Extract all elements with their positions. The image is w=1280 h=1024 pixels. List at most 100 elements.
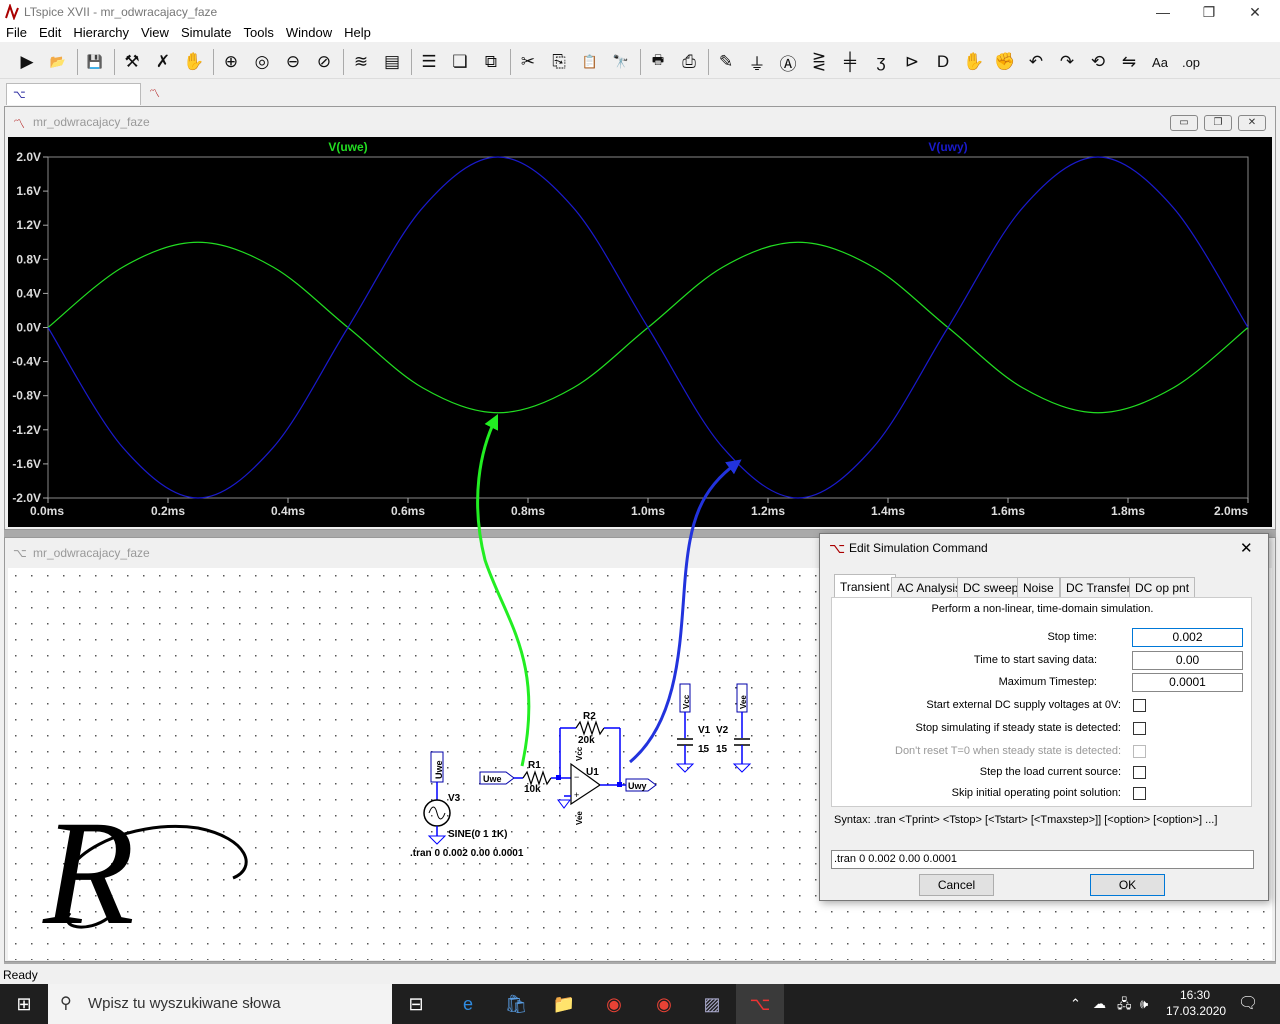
halt-icon[interactable]: ✗: [150, 49, 176, 75]
mirror-icon[interactable]: ⇋: [1116, 49, 1142, 75]
volume-icon[interactable]: 🕪: [1140, 984, 1148, 1024]
onedrive-icon[interactable]: ☁: [1093, 984, 1106, 1024]
menu-simulate[interactable]: Simulate: [175, 24, 238, 42]
restore-button[interactable]: ❐: [1194, 2, 1224, 22]
step-load-checkbox[interactable]: [1133, 766, 1146, 779]
component-icon[interactable]: D: [930, 49, 956, 75]
start-dc-zero-checkbox[interactable]: [1133, 699, 1146, 712]
draw-wire-icon[interactable]: ✎: [713, 49, 739, 75]
tab-dc-sweep[interactable]: DC sweep: [957, 577, 1025, 597]
diode-icon[interactable]: ⊳: [899, 49, 925, 75]
stop-time-field[interactable]: 0.002: [1132, 628, 1243, 647]
copy-icon[interactable]: ⎘: [546, 49, 572, 75]
spice-directive-icon[interactable]: .op: [1178, 49, 1204, 75]
menu-view[interactable]: View: [135, 24, 175, 42]
inductor-icon[interactable]: ʒ: [868, 49, 894, 75]
notifications-icon[interactable]: 🗨: [1238, 984, 1258, 1024]
dialog-close-button[interactable]: ✕: [1240, 539, 1253, 557]
cascade-icon[interactable]: ❏: [447, 49, 473, 75]
x-tick-label: 1.8ms: [1111, 504, 1145, 518]
text-icon[interactable]: Aa: [1147, 49, 1173, 75]
child-maximize-button[interactable]: ❐: [1204, 115, 1232, 131]
spice-directive[interactable]: .tran 0 0.002 0.00 0.0001: [410, 848, 524, 859]
file-explorer-icon[interactable]: 📁: [540, 984, 588, 1024]
menu-file[interactable]: File: [0, 24, 33, 42]
edge-icon[interactable]: e: [444, 984, 492, 1024]
move-icon[interactable]: ✋: [961, 49, 987, 75]
redo-icon[interactable]: ↷: [1054, 49, 1080, 75]
svg-text:Uwe: Uwe: [434, 760, 444, 779]
save-icon[interactable]: 💾: [82, 49, 108, 75]
find-icon[interactable]: 🔭: [608, 49, 634, 75]
plot-background: [8, 137, 1272, 527]
menu-window[interactable]: Window: [280, 24, 338, 42]
tab-dc-op-pnt[interactable]: DC op pnt: [1129, 577, 1196, 597]
zoom-out-icon[interactable]: ⊖: [280, 49, 306, 75]
menu-edit[interactable]: Edit: [33, 24, 67, 42]
y-tick-label: 0.4V: [16, 286, 41, 300]
minimize-button[interactable]: —: [1148, 2, 1178, 22]
series-label-uwe[interactable]: V(uwe): [328, 140, 367, 154]
waveform-grid-icon[interactable]: ▤: [379, 49, 405, 75]
label-net-icon[interactable]: Ⓐ: [775, 49, 801, 75]
drag-icon[interactable]: ✊: [992, 49, 1018, 75]
autorange-icon[interactable]: ≋: [348, 49, 374, 75]
cut-icon[interactable]: ✂: [515, 49, 541, 75]
close-button[interactable]: ✕: [1240, 2, 1270, 22]
print-preview-icon[interactable]: 🖶: [645, 49, 671, 75]
run-icon[interactable]: ▶: [14, 49, 40, 75]
series-label-uwy[interactable]: V(uwy): [928, 140, 967, 154]
tab-schematic[interactable]: ⌥ mr_odwracajacy_faze: [6, 83, 141, 123]
chrome-icon[interactable]: ◉: [590, 984, 638, 1024]
capacitor-icon[interactable]: ╪: [837, 49, 863, 75]
menu-hierarchy[interactable]: Hierarchy: [67, 24, 135, 42]
ok-button[interactable]: OK: [1090, 874, 1165, 896]
cancel-button[interactable]: Cancel: [919, 874, 994, 896]
taskbar-search[interactable]: ⚲ Wpisz tu wyszukiwane słowa: [48, 984, 392, 1024]
svg-text:R: R: [42, 790, 135, 956]
network-icon[interactable]: 🖧: [1117, 984, 1132, 1024]
undo-icon[interactable]: ↶: [1023, 49, 1049, 75]
chrome-profile-icon[interactable]: ◉: [640, 984, 688, 1024]
clock[interactable]: 16:30 17.03.2020: [1166, 987, 1226, 1019]
tile-horizontal-icon[interactable]: ☰: [416, 49, 442, 75]
task-view-icon[interactable]: ⊟: [392, 984, 440, 1024]
zoom-in-icon[interactable]: ⊕: [218, 49, 244, 75]
store-icon[interactable]: 🛍: [492, 984, 540, 1024]
child-close-button[interactable]: ✕: [1238, 115, 1266, 131]
x-tick-label: 2.0ms: [1214, 504, 1248, 518]
app-icon[interactable]: ▨: [688, 984, 736, 1024]
menu-help[interactable]: Help: [338, 24, 377, 42]
print-icon[interactable]: ⎙: [676, 49, 702, 75]
zoom-cancel-icon[interactable]: ⊘: [311, 49, 337, 75]
pan-hand-icon[interactable]: ✋: [181, 49, 207, 75]
y-tick-label: -0.8V: [12, 389, 41, 403]
start-saving-field[interactable]: 0.00: [1132, 651, 1243, 670]
v3-value: SINE(0 1 1K): [448, 829, 507, 840]
skip-op-checkbox[interactable]: [1133, 787, 1146, 800]
resistor-icon[interactable]: ⋛: [806, 49, 832, 75]
tray-chevron-icon[interactable]: ⌃: [1070, 984, 1081, 1024]
ltspice-taskbar-icon[interactable]: ⌥: [736, 984, 784, 1024]
tab-ac-analysis[interactable]: AC Analysis: [891, 577, 968, 597]
tab-noise[interactable]: Noise: [1017, 577, 1060, 597]
ground-icon[interactable]: ⏚: [744, 49, 770, 75]
tab-transient[interactable]: Transient: [834, 574, 896, 598]
tile-vertical-icon[interactable]: ⧉: [478, 49, 504, 75]
rotate-icon[interactable]: ⟲: [1085, 49, 1111, 75]
max-timestep-field[interactable]: 0.0001: [1132, 673, 1243, 692]
zoom-area-icon[interactable]: ◎: [249, 49, 275, 75]
windows-start-icon[interactable]: ⊞: [0, 984, 48, 1024]
child-minimize-button[interactable]: ▭: [1170, 115, 1198, 131]
control-panel-icon[interactable]: ⚒: [119, 49, 145, 75]
tab-waveform[interactable]: 〽 mr_odwracajacy_faze: [143, 83, 273, 122]
net-flag-uwe-input[interactable]: Uwe: [479, 771, 515, 785]
paste-icon[interactable]: 📋: [577, 49, 603, 75]
command-field[interactable]: .tran 0 0.002 0.00 0.0001: [831, 850, 1254, 869]
open-folder-icon[interactable]: 📂: [45, 49, 71, 75]
tab-dc-transfer[interactable]: DC Transfer: [1060, 577, 1137, 597]
x-tick-label: 0.2ms: [151, 504, 185, 518]
stop-steady-state-checkbox[interactable]: [1133, 722, 1146, 735]
menu-tools[interactable]: Tools: [238, 24, 280, 42]
waveform-plot[interactable]: 2.0V 1.6V 1.2V 0.8V 0.4V 0.0V -0.4V -0.8V -1.2V -…: [8, 137, 1272, 527]
